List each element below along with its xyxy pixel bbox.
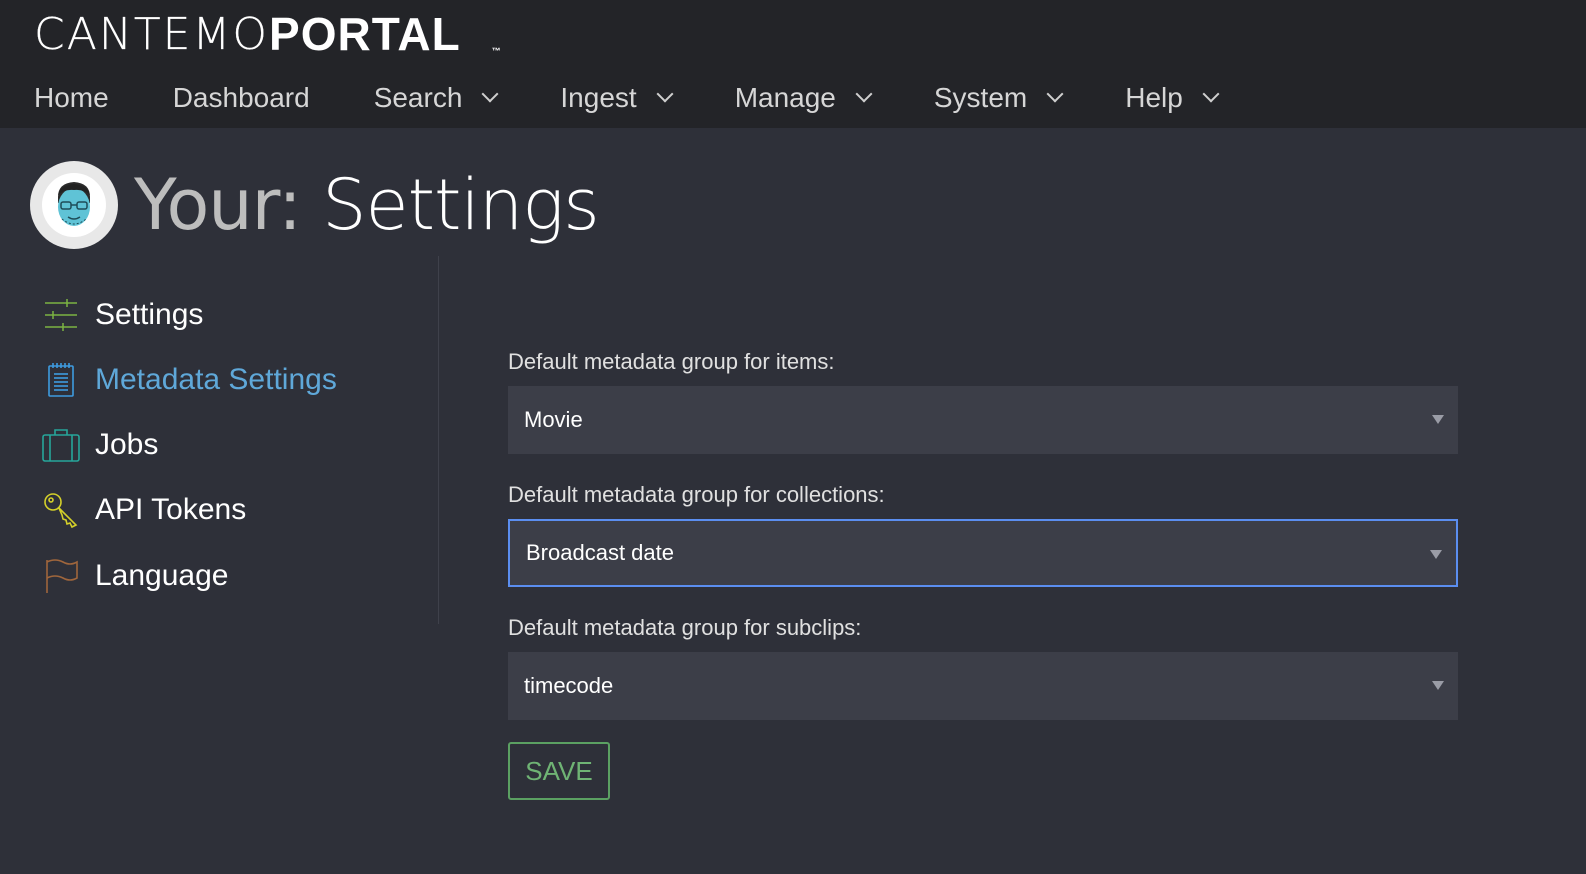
logo-text-right: PORTAL ™ (269, 7, 501, 61)
sidebar-item-jobs-label: Jobs (95, 428, 159, 461)
items-group-select[interactable]: Movie (508, 386, 1458, 454)
chevron-down-icon (656, 85, 674, 103)
nav-search[interactable]: Search (373, 82, 499, 114)
subclips-group-label: Default metadata group for subclips: (508, 615, 862, 640)
page-title-prefix: Your: (134, 164, 302, 246)
sidebar-item-settings-label: Settings (95, 298, 204, 331)
avatar[interactable] (30, 161, 118, 249)
sidebar-item-metadata-settings-label: Metadata Settings (95, 363, 337, 396)
nav-home[interactable]: Home (34, 82, 109, 114)
user-face-icon (58, 182, 90, 226)
sliders-icon (40, 295, 82, 335)
collections-group-value: Broadcast date (526, 540, 674, 565)
sidebar-item-settings[interactable]: Settings (40, 295, 203, 335)
chevron-down-icon (1202, 85, 1220, 103)
nav-system[interactable]: System (933, 82, 1064, 114)
flag-icon (40, 556, 82, 596)
chevron-down-icon (481, 85, 499, 103)
logo-text-left: CANTEMO (34, 8, 270, 60)
items-group-value: Movie (524, 407, 583, 432)
nav-ingest[interactable]: Ingest (560, 82, 674, 114)
nav-help[interactable]: Help (1125, 82, 1220, 114)
cantemo-portal-logo[interactable]: CANTEMO PORTAL ™ (34, 6, 501, 62)
sidebar-item-language[interactable]: Language (40, 556, 228, 596)
logo-text-portal: PORTAL (269, 8, 460, 60)
metadata-settings-form: Default metadata group for items: Movie … (508, 345, 1458, 720)
collections-group-label: Default metadata group for collections: (508, 482, 885, 507)
subclips-group-value: timecode (524, 673, 614, 698)
nav-ingest-label: Ingest (560, 82, 637, 113)
key-icon (40, 490, 82, 530)
sidebar-item-api-tokens[interactable]: API Tokens (40, 490, 246, 530)
briefcase-icon (40, 425, 82, 465)
nav-manage[interactable]: Manage (734, 82, 873, 114)
nav-search-label: Search (373, 82, 463, 113)
dropdown-arrow-icon (1432, 415, 1444, 424)
sidebar-item-metadata-settings[interactable]: Metadata Settings (40, 360, 337, 400)
nav-system-label: System (933, 82, 1028, 113)
nav-help-label: Help (1125, 82, 1183, 113)
sidebar-item-language-label: Language (95, 559, 229, 592)
items-group-label: Default metadata group for items: (508, 349, 835, 374)
sidebar-item-jobs[interactable]: Jobs (40, 425, 158, 465)
settings-sidebar: Settings Metadata Settings Jobs API Toke… (0, 256, 439, 624)
nav-home-label: Home (34, 82, 109, 113)
nav-dashboard-label: Dashboard (172, 82, 310, 113)
nav-manage-label: Manage (734, 82, 836, 113)
subclips-group-select[interactable]: timecode (508, 652, 1458, 720)
sidebar-item-api-tokens-label: API Tokens (95, 493, 247, 526)
page-title: Your: Settings (134, 164, 600, 246)
chevron-down-icon (855, 85, 873, 103)
dropdown-arrow-icon (1432, 681, 1444, 690)
collections-group-select[interactable]: Broadcast date (508, 519, 1458, 587)
page-heading: Your: Settings (30, 160, 600, 250)
notepad-icon (40, 360, 82, 400)
dropdown-arrow-icon (1430, 550, 1442, 559)
page-title-text: Settings (322, 164, 600, 246)
trademark-symbol: ™ (491, 46, 502, 56)
save-button[interactable]: SAVE (508, 742, 610, 800)
chevron-down-icon (1046, 85, 1064, 103)
nav-dashboard[interactable]: Dashboard (173, 82, 310, 114)
avatar-image (42, 173, 106, 237)
main-nav: Home Dashboard Search Ingest Manage Syst… (34, 78, 1281, 118)
top-bar: CANTEMO PORTAL ™ Home Dashboard Search I… (0, 0, 1586, 128)
